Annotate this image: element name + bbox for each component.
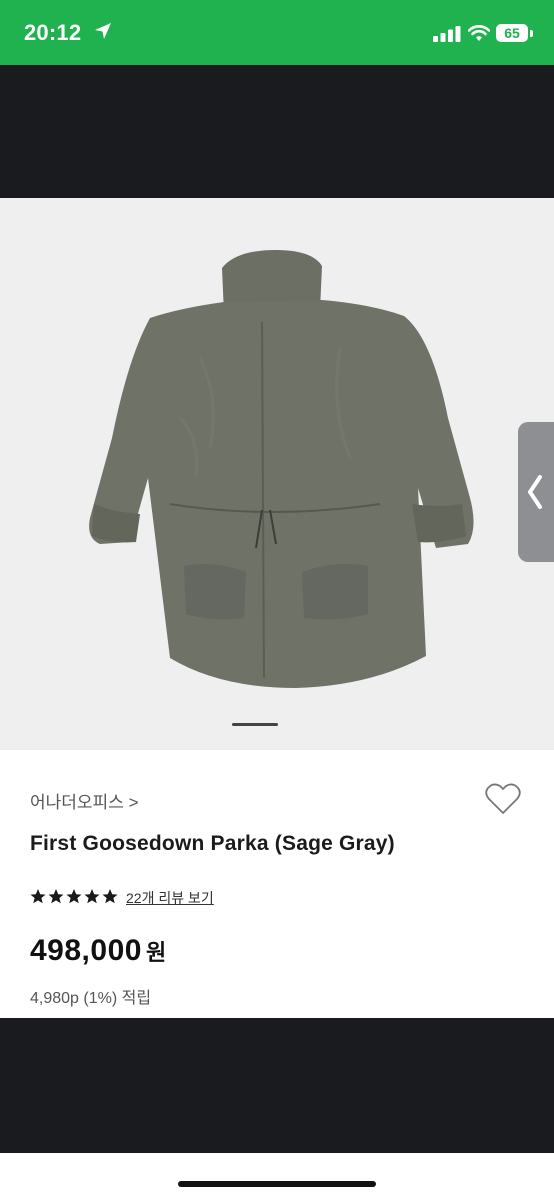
carousel-indicator [232,723,278,726]
star-icon [102,889,118,904]
currency: 원 [145,940,167,965]
star-rating [30,889,118,904]
price: 498,000 [30,934,142,967]
overlay-bottom [0,1018,554,1153]
star-icon [66,889,82,904]
product-title: First Goosedown Parka (Sage Gray) [30,832,395,855]
home-indicator [178,1181,376,1187]
status-time: 20:12 [24,20,82,45]
battery-level: 65 [496,24,528,42]
product-info-panel: 어나더오피스 > First Goosedown Parka (Sage Gra… [0,750,554,1018]
wifi-icon [468,25,490,41]
battery-tip [530,30,533,37]
points-info: 4,980p (1%) 적립 [30,990,152,1007]
product-photo-parka [89,250,474,688]
product-image-carousel[interactable] [0,198,554,750]
side-tab-button[interactable] [518,422,554,562]
review-link[interactable]: 22개 리뷰 보기 [126,888,214,908]
star-icon [84,889,100,904]
star-icon [48,889,64,904]
chevron-left-icon [528,475,542,509]
brand-link[interactable]: 어나더오피스 > [30,788,139,813]
status-bar: 20:12 65 [0,0,554,65]
heart-outline-icon[interactable] [484,782,522,816]
price-row: 498,000 원 [30,934,166,968]
bottom-bar [0,1153,554,1200]
cellular-signal-icon [433,26,461,42]
overlay-top [0,65,554,198]
location-arrow-icon [95,23,111,39]
star-icon [30,889,46,904]
